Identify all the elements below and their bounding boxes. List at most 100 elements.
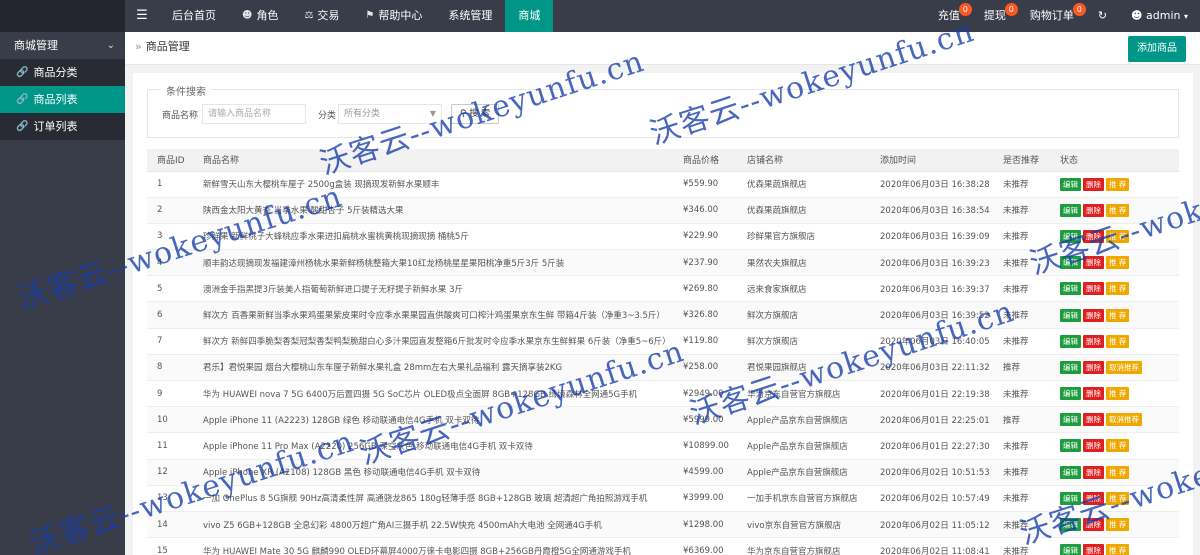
cell-id: 10 [147,406,193,434]
edit-button[interactable]: 编辑 [1060,256,1081,270]
edit-button[interactable]: 编辑 [1060,282,1081,296]
delete-button[interactable]: 删除 [1083,229,1104,243]
edit-button[interactable]: 编辑 [1060,439,1081,453]
delete-button[interactable]: 删除 [1083,387,1104,401]
delete-button[interactable]: 删除 [1083,465,1104,479]
delete-button[interactable]: 删除 [1083,360,1104,374]
table-row: 2 陕西金太阳大黄杏 当季水果 酸甜杏子 5斤装精选大果 ¥346.00 优森果蔬旗舰… [147,197,1179,224]
cell-shop: 优森果蔬旗舰店 [737,197,870,224]
nav-mall[interactable]: 商城 [505,0,554,32]
cell-id: 8 [147,354,193,382]
col-price[interactable]: 商品价格 [673,149,737,172]
col-status[interactable]: 状态 [1050,149,1179,172]
cell-price: ¥10899.00 [673,432,737,460]
category-select[interactable]: 所有分类 ▼ [338,104,442,124]
cell-recommend: 未推荐 [993,511,1050,539]
cell-time: 2020年06月03日 16:39:09 [870,223,993,251]
edit-button[interactable]: 编辑 [1060,518,1081,532]
unrecommend-button[interactable]: 取消推荐 [1106,413,1142,427]
sidebar-item-product-list[interactable]: 🔗 商品列表 [0,86,125,113]
edit-button[interactable]: 编辑 [1060,413,1081,427]
cell-recommend: 未推荐 [993,171,1050,198]
recommend-button[interactable]: 推 荐 [1106,439,1130,453]
recommend-button[interactable]: 推 荐 [1106,177,1130,191]
refresh-icon[interactable]: ↻ [1086,0,1119,32]
edit-button[interactable]: 编辑 [1060,360,1081,374]
cell-price: ¥559.90 [673,171,737,198]
cell-name: 一加 OnePlus 8 5G旗舰 90Hz高清柔性屏 高通骁龙865 180g… [193,485,673,512]
user-icon: ☻ [1131,9,1143,22]
edit-button[interactable]: 编辑 [1060,465,1081,479]
edit-button[interactable]: 编辑 [1060,203,1081,217]
cell-actions: 编辑 删除推 荐 [1050,485,1179,512]
menu-icon[interactable]: ☰ [125,0,159,32]
recommend-button[interactable]: 推 荐 [1106,203,1130,217]
nav-role[interactable]: ☻ 角色 [229,0,291,32]
delete-button[interactable]: 删除 [1083,544,1104,555]
recommend-button[interactable]: 推 荐 [1106,256,1130,270]
nav-help[interactable]: ⚑ 帮助中心 [352,0,435,32]
edit-button[interactable]: 编辑 [1060,387,1081,401]
delete-button[interactable]: 删除 [1083,203,1104,217]
flag-icon: ⚑ [365,10,375,21]
user-menu[interactable]: ☻ admin ▾ [1119,0,1200,32]
edit-button[interactable]: 编辑 [1060,544,1081,555]
delete-button[interactable]: 删除 [1083,334,1104,348]
recommend-button[interactable]: 推 荐 [1106,518,1130,532]
col-name[interactable]: 商品名称 [193,149,673,172]
recommend-button[interactable]: 推 荐 [1106,387,1130,401]
cell-time: 2020年06月02日 11:05:12 [870,511,993,539]
sidebar-item-order-list[interactable]: 🔗 订单列表 [0,113,125,140]
delete-button[interactable]: 删除 [1083,308,1104,322]
nav-home[interactable]: 后台首页 [159,0,229,32]
recommend-button[interactable]: 推 荐 [1106,334,1130,348]
recommend-button[interactable]: 推 荐 [1106,308,1130,322]
nav-system[interactable]: 系统管理 [435,0,505,32]
delete-button[interactable]: 删除 [1083,282,1104,296]
sidebar-item-category[interactable]: 🔗 商品分类 [0,59,125,86]
edit-button[interactable]: 编辑 [1060,229,1081,243]
recommend-button[interactable]: 推 荐 [1106,282,1130,296]
cell-price: ¥237.90 [673,249,737,277]
edit-button[interactable]: 编辑 [1060,308,1081,322]
edit-button[interactable]: 编辑 [1060,177,1081,191]
unrecommend-button[interactable]: 取消推荐 [1106,360,1142,374]
cell-actions: 编辑 删除推 荐 [1050,223,1179,251]
edit-button[interactable]: 编辑 [1060,491,1081,505]
search-button[interactable]: ⚲ 搜 索 [451,104,499,124]
cell-id: 11 [147,432,193,460]
col-recommend[interactable]: 是否推荐 [993,149,1050,172]
orders-badge: 0 [1072,3,1086,16]
cell-name: vivo Z5 6GB+128GB 全息幻彩 4800万超广角AI三摄手机 22… [193,511,673,539]
delete-button[interactable]: 删除 [1083,439,1104,453]
cell-price: ¥269.80 [673,275,737,303]
add-product-button[interactable]: 添加商品 [1128,36,1186,62]
delete-button[interactable]: 删除 [1083,518,1104,532]
delete-button[interactable]: 删除 [1083,256,1104,270]
recommend-button[interactable]: 推 荐 [1106,229,1130,243]
recharge-link[interactable]: 充值 0 [926,0,972,32]
table-row: 1 新鲜雪天山东大樱桃车厘子 2500g盒装 现摘现发新鲜水果顺丰 ¥559.90 优… [147,171,1179,198]
orders-link[interactable]: 购物订单 0 [1018,0,1086,32]
delete-button[interactable]: 删除 [1083,177,1104,191]
col-time[interactable]: 添加时间 [870,149,993,172]
brand-area [0,0,125,32]
cell-id: 1 [147,171,193,198]
cell-id: 3 [147,223,193,251]
name-input[interactable]: 请输入商品名称 [202,104,306,124]
sidebar-group-mall[interactable]: 商城管理 ⌄ [0,32,125,59]
edit-button[interactable]: 编辑 [1060,334,1081,348]
recommend-button[interactable]: 推 荐 [1106,544,1130,555]
delete-button[interactable]: 删除 [1083,413,1104,427]
scale-icon: ⚖ [304,10,314,21]
recommend-button[interactable]: 推 荐 [1106,465,1130,479]
withdraw-link[interactable]: 提现 0 [972,0,1018,32]
recommend-button[interactable]: 推 荐 [1106,491,1130,505]
col-id[interactable]: 商品ID [147,149,193,172]
content-panel: 条件搜索 商品名称 请输入商品名称 分类 所有分类 ▼ ⚲ 搜 索 商品ID 商品… [133,73,1193,555]
delete-button[interactable]: 删除 [1083,491,1104,505]
search-fieldset: 条件搜索 商品名称 请输入商品名称 分类 所有分类 ▼ ⚲ 搜 索 [147,83,1179,138]
cell-id: 9 [147,380,193,408]
nav-trade[interactable]: ⚖ 交易 [291,0,352,32]
col-shop[interactable]: 店铺名称 [737,149,870,172]
